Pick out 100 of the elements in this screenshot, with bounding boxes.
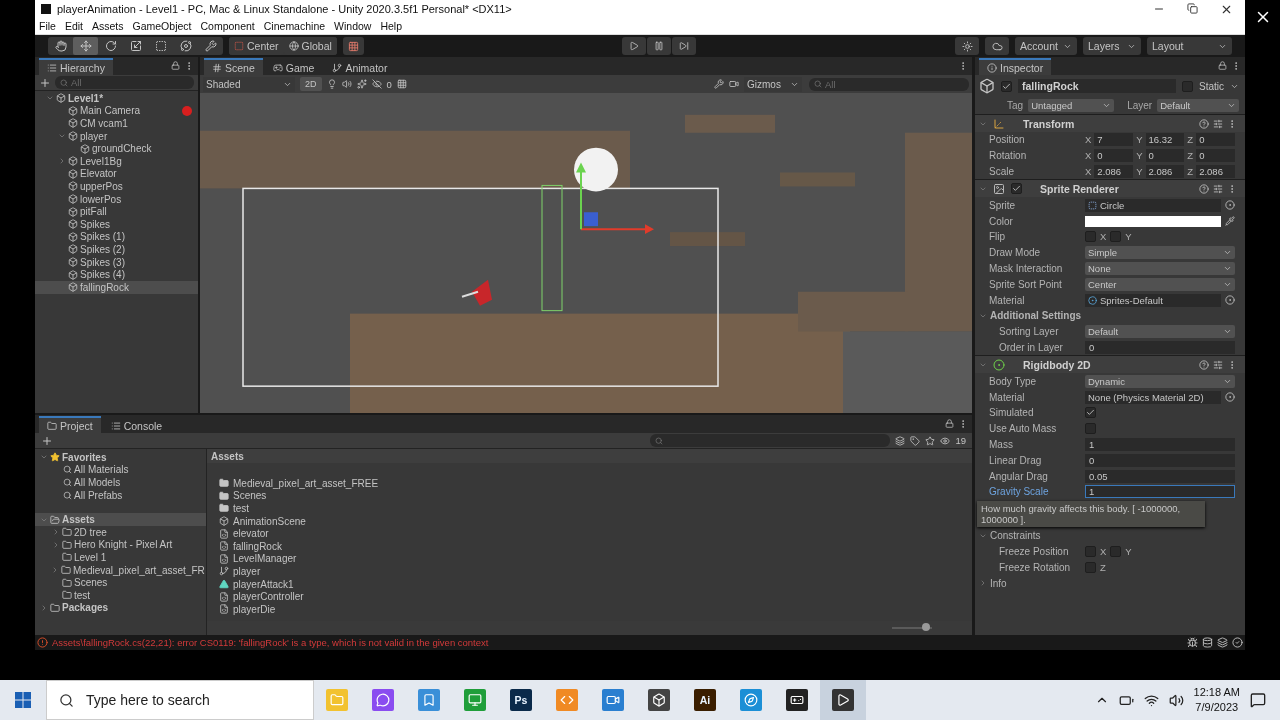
hierarchy-item[interactable]: Spikes (1) xyxy=(35,230,198,244)
effects-icon[interactable] xyxy=(356,79,367,89)
folder-item[interactable]: Level 1 xyxy=(35,551,206,564)
asset-item[interactable]: fallingRock xyxy=(219,539,972,553)
tag-icon[interactable] xyxy=(910,435,921,446)
cloud-button[interactable] xyxy=(985,37,1009,55)
menu-item[interactable]: Help xyxy=(380,20,403,32)
section-label[interactable]: Additional Settings xyxy=(990,310,1082,322)
menu-item[interactable]: Edit xyxy=(64,20,83,32)
hierarchy-item[interactable]: fallingRock xyxy=(35,280,198,294)
collab-button[interactable] xyxy=(955,37,979,55)
folder-item[interactable]: test xyxy=(35,588,206,602)
slider-thumb[interactable] xyxy=(922,623,930,631)
section-label[interactable]: Info xyxy=(990,577,1007,589)
tool-button[interactable] xyxy=(73,37,98,55)
asset-item[interactable]: LevelManager xyxy=(219,552,972,566)
menu-item[interactable]: GameObject xyxy=(132,20,192,32)
number-field[interactable]: 2.086 xyxy=(1196,165,1235,178)
status-message[interactable]: Assets\fallingRock.cs(22,21): error CS0119: 'fallingRock' is a type, which is not valid in the given context xyxy=(52,637,489,648)
favorite-item[interactable]: All Models xyxy=(35,476,206,489)
shading-dropdown[interactable]: Shaded xyxy=(203,76,295,92)
hierarchy-item[interactable]: Level1* xyxy=(35,92,198,105)
asset-item[interactable]: player xyxy=(219,565,972,578)
hierarchy-item[interactable]: groundCheck xyxy=(35,142,198,155)
hierarchy-item[interactable]: Spikes (3) xyxy=(35,255,198,269)
favorites-header[interactable]: Favorites xyxy=(35,451,206,464)
folder-item[interactable]: 2D tree xyxy=(35,525,206,539)
inspector-tab[interactable]: Inspector xyxy=(979,58,1052,75)
hierarchy-item[interactable]: upperPos xyxy=(35,180,198,193)
checkbox[interactable] xyxy=(1110,545,1122,557)
help-icon[interactable] xyxy=(1199,118,1209,129)
checkbox[interactable] xyxy=(1085,561,1096,573)
number-field[interactable]: 0 xyxy=(1196,149,1235,163)
panel-tab[interactable]: Console xyxy=(102,416,171,433)
database-icon[interactable] xyxy=(1202,637,1213,648)
checkbox[interactable] xyxy=(1085,231,1096,243)
favorite-item[interactable]: All Materials xyxy=(35,463,206,477)
speaker-icon[interactable] xyxy=(1168,692,1184,708)
target-icon[interactable] xyxy=(1225,200,1235,211)
lock-icon[interactable] xyxy=(1218,61,1227,70)
object-field[interactable]: Sprites-Default xyxy=(1085,293,1221,307)
add-icon[interactable] xyxy=(39,76,51,89)
camera-icon[interactable] xyxy=(729,79,739,89)
pause-button[interactable] xyxy=(647,37,672,55)
target-icon[interactable] xyxy=(1225,295,1235,306)
number-field[interactable]: 16.32 xyxy=(1145,133,1185,147)
gizmos-dropdown[interactable]: Gizmos xyxy=(744,76,802,92)
2d-toggle[interactable]: 2D xyxy=(300,77,322,91)
number-field[interactable]: 2.086 xyxy=(1145,165,1185,178)
folder-item[interactable]: Medieval_pixel_art_asset_FR xyxy=(35,563,206,577)
number-field[interactable]: 0 xyxy=(1085,453,1235,467)
view-tab[interactable]: Scene xyxy=(204,58,263,75)
name-field[interactable]: fallingRock xyxy=(1018,79,1176,93)
restore-icon[interactable] xyxy=(1187,2,1198,14)
folder-item[interactable]: Assets xyxy=(35,513,206,526)
number-field[interactable]: 7 xyxy=(1094,133,1134,147)
layers-icon[interactable] xyxy=(1217,637,1228,648)
dropdown[interactable]: Simple xyxy=(1085,246,1235,260)
checkbox[interactable] xyxy=(1011,183,1022,195)
layout-dropdown[interactable]: Layout xyxy=(1147,37,1232,55)
menu-item[interactable]: Component xyxy=(200,20,255,32)
number-field[interactable]: 0 xyxy=(1085,340,1235,354)
object-field[interactable]: Circle xyxy=(1085,198,1221,212)
menu-item[interactable]: Assets xyxy=(92,20,124,32)
asset-item[interactable]: test xyxy=(219,502,972,515)
dropdown[interactable]: None xyxy=(1085,261,1235,275)
object-field[interactable]: None (Physics Material 2D) xyxy=(1085,390,1221,404)
tag-dropdown[interactable]: Untagged xyxy=(1028,99,1115,112)
number-field[interactable]: 0.05 xyxy=(1085,469,1235,483)
hierarchy-item[interactable]: Main Camera xyxy=(35,104,198,118)
section-label[interactable]: Constraints xyxy=(990,530,1041,542)
check-circle-icon[interactable] xyxy=(1232,637,1243,648)
target-icon[interactable] xyxy=(1225,392,1235,403)
search-field[interactable]: Type here to search xyxy=(46,680,314,720)
snap-button[interactable] xyxy=(342,37,364,55)
grid-icon[interactable] xyxy=(396,79,407,89)
checkbox[interactable] xyxy=(1085,423,1096,435)
layer-dropdown[interactable]: Default xyxy=(1157,99,1239,112)
lightbulb-icon[interactable] xyxy=(326,79,337,89)
caret-icon[interactable] xyxy=(979,579,987,587)
number-field[interactable]: 2.086 xyxy=(1094,165,1134,178)
asset-item[interactable]: playerController xyxy=(219,590,972,603)
menu-item[interactable]: Window xyxy=(334,20,372,32)
asset-item[interactable]: playerAttack1 xyxy=(219,577,972,591)
layers-dropdown[interactable]: Layers xyxy=(1083,37,1141,55)
hierarchy-item[interactable]: Level1Bg xyxy=(35,154,198,168)
star-icon[interactable] xyxy=(925,435,936,446)
hierarchy-item[interactable]: pitFall xyxy=(35,205,198,218)
folder-item[interactable]: Hero Knight - Pixel Art xyxy=(35,538,206,552)
account-dropdown[interactable]: Account xyxy=(1015,37,1077,55)
color-swatch[interactable] xyxy=(1085,215,1221,227)
number-field[interactable]: 1 xyxy=(1085,437,1235,451)
lock-icon[interactable] xyxy=(171,61,180,70)
asset-item[interactable]: AnimationScene xyxy=(219,514,972,528)
help-icon[interactable] xyxy=(1199,359,1209,370)
dropdown[interactable]: Default xyxy=(1085,325,1235,339)
play-button[interactable] xyxy=(622,37,647,55)
favorite-item[interactable]: All Prefabs xyxy=(35,488,206,502)
add-icon[interactable] xyxy=(41,434,53,447)
checkbox[interactable] xyxy=(1085,407,1096,419)
